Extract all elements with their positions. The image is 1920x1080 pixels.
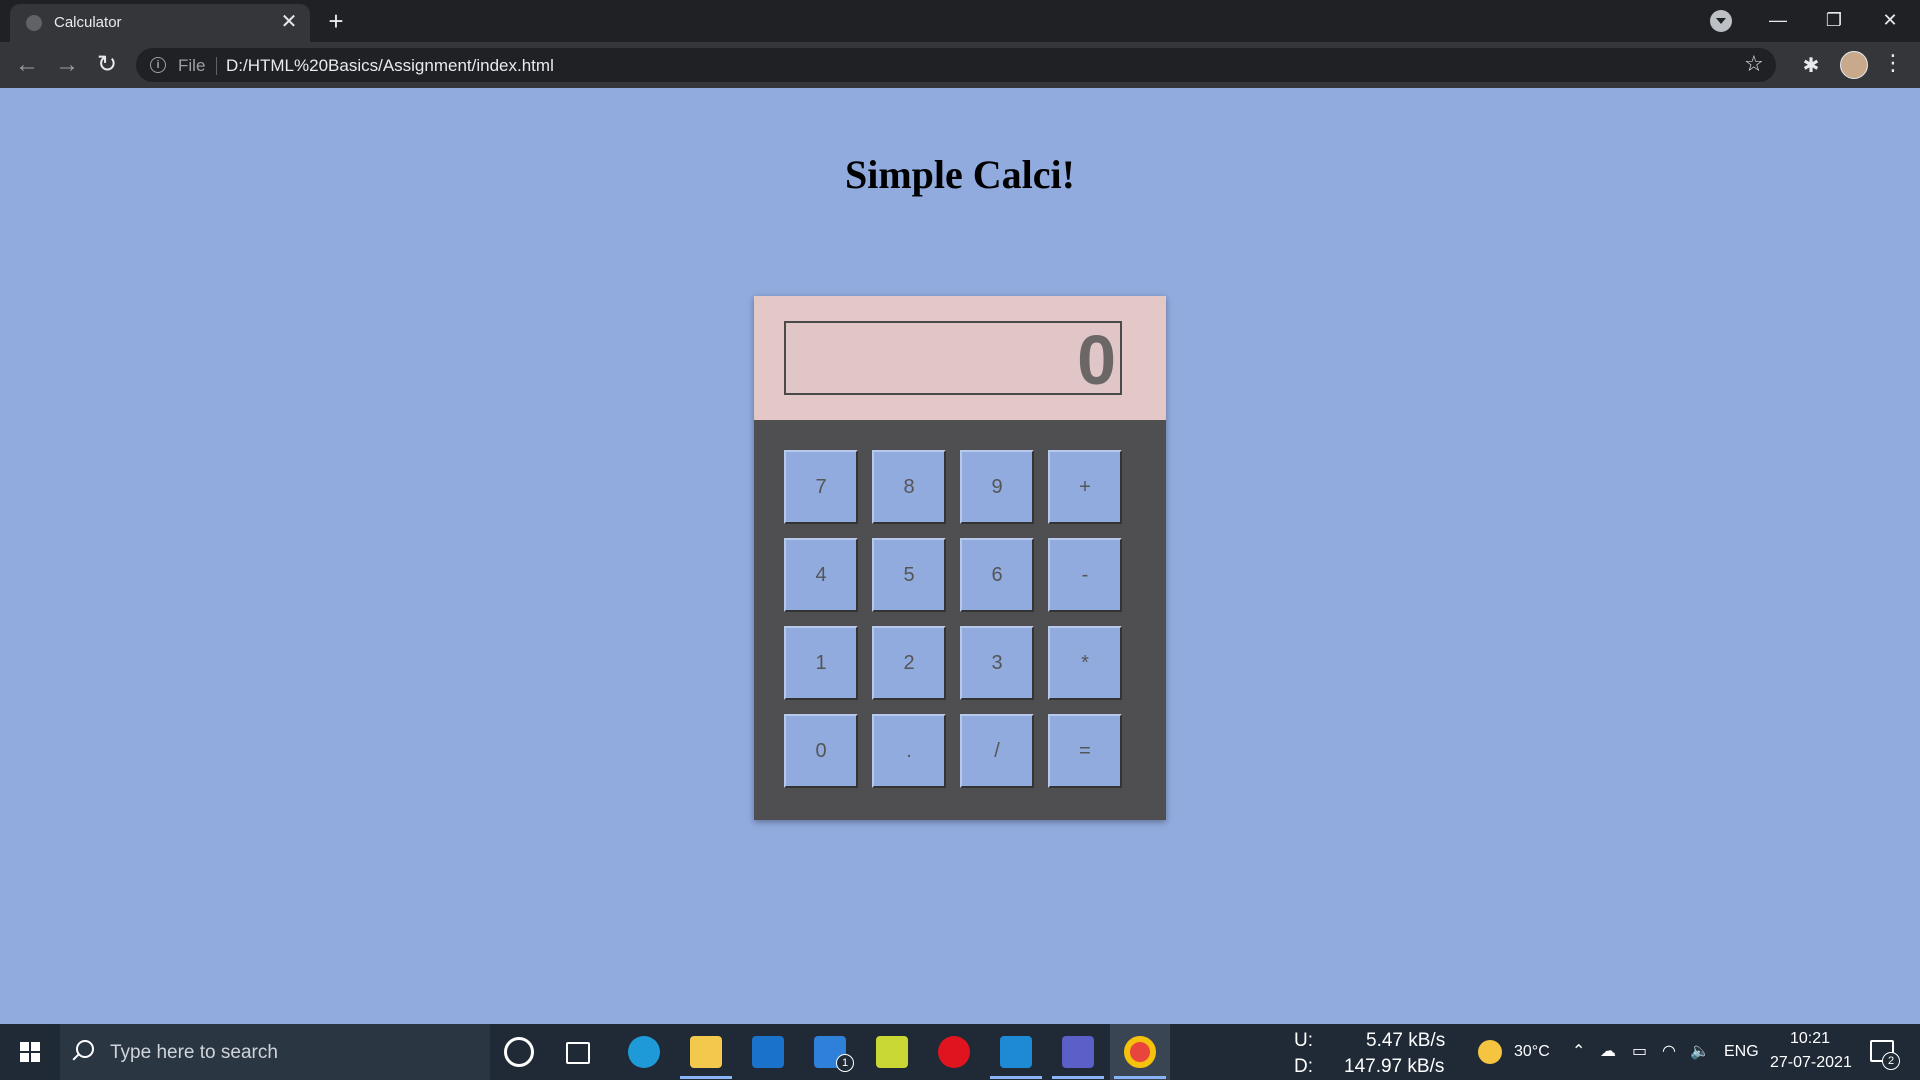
scheme-label: File <box>178 56 206 75</box>
cortana-icon[interactable] <box>504 1037 534 1067</box>
key-9[interactable]: 9 <box>960 450 1034 524</box>
search-icon <box>76 1040 94 1058</box>
opera-browser-icon[interactable] <box>938 1036 970 1068</box>
restore-button[interactable]: ❐ <box>1806 0 1862 40</box>
key-equals[interactable]: = <box>1048 714 1122 788</box>
key-plus[interactable]: + <box>1048 450 1122 524</box>
wifi-icon[interactable]: ◠ <box>1662 1041 1676 1061</box>
weather-icon[interactable] <box>1478 1040 1502 1064</box>
battery-icon[interactable]: ▭ <box>1632 1041 1647 1061</box>
onedrive-cloud-icon[interactable]: ☁ <box>1600 1041 1616 1061</box>
display-value: 0 <box>1077 321 1116 399</box>
chrome-running-indicator <box>1114 1076 1166 1079</box>
windows-start-icon[interactable] <box>0 1024 60 1080</box>
calculator-header: 0 <box>754 296 1166 420</box>
vscode-running-indicator <box>990 1076 1042 1079</box>
clock-date[interactable]: 27-07-2021 <box>1770 1054 1852 1072</box>
tab-search-icon[interactable] <box>1710 10 1732 32</box>
menu-kebab-icon[interactable]: ⋮ <box>1882 50 1904 76</box>
language-indicator[interactable]: ENG <box>1724 1043 1759 1061</box>
chrome-icon[interactable] <box>1124 1036 1156 1068</box>
calculator: 0 7 8 9 + 4 5 6 - 1 2 3 * 0 . / = <box>754 296 1166 820</box>
calculator-display: 0 <box>784 321 1122 395</box>
taskbar-search-placeholder: Type here to search <box>110 1042 278 1063</box>
start-logo-pane <box>31 1042 40 1051</box>
reload-icon[interactable]: ↻ <box>92 50 122 80</box>
clock-time[interactable]: 10:21 <box>1790 1030 1830 1048</box>
url-text[interactable]: D:/HTML%20Basics/Assignment/index.html <box>226 56 554 76</box>
browser-toolbar: ← → ↻ i File D:/HTML%20Basics/Assignment… <box>0 42 1920 88</box>
sticky-notes-icon[interactable] <box>876 1036 908 1068</box>
key-4[interactable]: 4 <box>784 538 858 612</box>
key-minus[interactable]: - <box>1048 538 1122 612</box>
teams-running-indicator <box>1052 1076 1104 1079</box>
page-viewport: Simple Calci! 0 7 8 9 + 4 5 6 - 1 2 3 * … <box>0 88 1920 1024</box>
key-1[interactable]: 1 <box>784 626 858 700</box>
file-explorer-icon[interactable] <box>690 1036 722 1068</box>
info-icon[interactable]: i <box>150 57 166 73</box>
upload-label: U: <box>1294 1030 1313 1051</box>
minimize-button[interactable]: — <box>1750 0 1806 40</box>
close-tab-icon[interactable]: ✕ <box>278 11 300 33</box>
key-multiply[interactable]: * <box>1048 626 1122 700</box>
download-label: D: <box>1294 1056 1313 1077</box>
browser-tab-calculator[interactable]: Calculator ✕ <box>10 4 310 42</box>
browser-tabstrip: Calculator ✕ + — ❐ ✕ <box>0 0 1920 42</box>
new-tab-button[interactable]: + <box>322 8 350 36</box>
address-separator <box>216 57 217 75</box>
microsoft-store-icon[interactable] <box>752 1036 784 1068</box>
address-bar[interactable]: i File D:/HTML%20Basics/Assignment/index… <box>136 48 1776 82</box>
key-divide[interactable]: / <box>960 714 1034 788</box>
extensions-icon[interactable]: ✱ <box>1800 53 1822 77</box>
download-speed: 147.97 kB/s <box>1344 1056 1445 1077</box>
edge-browser-icon[interactable] <box>628 1036 660 1068</box>
temperature[interactable]: 30°C <box>1514 1043 1550 1061</box>
start-logo-pane <box>20 1053 29 1062</box>
key-8[interactable]: 8 <box>872 450 946 524</box>
taskbar-search-box[interactable]: Type here to search <box>60 1024 490 1080</box>
key-6[interactable]: 6 <box>960 538 1034 612</box>
upload-speed: 5.47 kB/s <box>1366 1030 1446 1051</box>
start-logo-pane <box>20 1042 29 1051</box>
mail-badge: 1 <box>836 1054 854 1072</box>
close-window-button[interactable]: ✕ <box>1862 0 1918 40</box>
notifications-badge: 2 <box>1882 1052 1900 1070</box>
globe-icon <box>26 15 42 31</box>
calculator-keypad: 7 8 9 + 4 5 6 - 1 2 3 * 0 . / = <box>754 420 1166 820</box>
chevron-up-icon[interactable]: ⌃ <box>1572 1041 1585 1061</box>
forward-icon[interactable]: → <box>52 50 82 80</box>
key-decimal[interactable]: . <box>872 714 946 788</box>
back-icon[interactable]: ← <box>12 50 42 80</box>
file-explorer-running-indicator <box>680 1076 732 1079</box>
key-3[interactable]: 3 <box>960 626 1034 700</box>
teams-icon[interactable] <box>1062 1036 1094 1068</box>
start-logo-pane <box>31 1053 40 1062</box>
key-2[interactable]: 2 <box>872 626 946 700</box>
vscode-icon[interactable] <box>1000 1036 1032 1068</box>
windows-taskbar: Type here to search 1 U: 5.47 kB/s D: 14… <box>0 1024 1920 1080</box>
tab-title: Calculator <box>54 14 122 31</box>
key-0[interactable]: 0 <box>784 714 858 788</box>
page-title: Simple Calci! <box>845 152 1075 197</box>
key-5[interactable]: 5 <box>872 538 946 612</box>
bookmark-star-icon[interactable]: ☆ <box>1744 51 1764 77</box>
speaker-icon[interactable]: 🔈 <box>1690 1041 1710 1061</box>
task-view-icon[interactable] <box>566 1042 590 1064</box>
profile-avatar[interactable] <box>1840 51 1868 79</box>
key-7[interactable]: 7 <box>784 450 858 524</box>
